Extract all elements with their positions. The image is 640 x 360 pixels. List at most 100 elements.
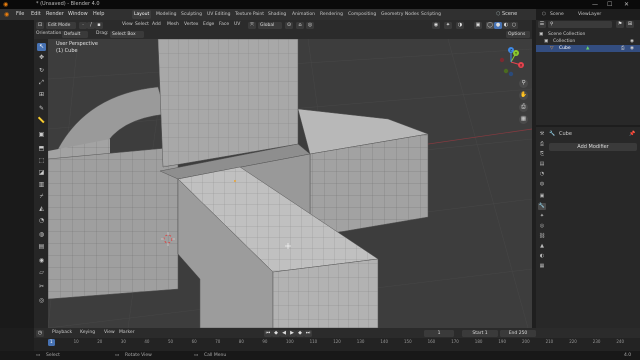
orientation-icon[interactable]: ⤧ [248, 21, 256, 29]
timeline-editor-icon[interactable]: ◷ [36, 329, 44, 337]
inset-icon[interactable]: ⬚ [37, 157, 46, 165]
menu-edit[interactable]: Edit [31, 9, 41, 20]
navigation-gizmo[interactable]: X Y Z [494, 47, 528, 77]
tab-layout[interactable]: Layout [132, 10, 152, 19]
material-props-icon[interactable]: ◐ [538, 253, 546, 260]
render-props-icon[interactable]: ⎙ [538, 141, 546, 148]
blender-menu-icon[interactable]: ◉ [4, 9, 9, 20]
next-key-icon[interactable]: ◆ [296, 329, 304, 337]
tab-rendering[interactable]: Rendering [320, 10, 343, 19]
snap-icon[interactable]: ⌂ [296, 21, 304, 29]
vertex-select-icon[interactable]: · [79, 21, 87, 29]
texture-props-icon[interactable]: ▦ [538, 263, 546, 270]
jump-end-icon[interactable]: ⏭ [304, 329, 312, 337]
annotate-icon[interactable]: ✎ [37, 105, 46, 113]
tab-compositing[interactable]: Compositing [348, 10, 376, 19]
mode-dropdown[interactable]: Edit Mode [46, 21, 76, 29]
3d-viewport[interactable]: User Perspective (1) Cube X Y Z ⚲ ✋ ⎙ ▦ [48, 39, 532, 328]
new-collection-icon[interactable]: ⊞ [626, 21, 634, 28]
menu-file[interactable]: File [16, 9, 24, 20]
camera-icon[interactable]: ⎙ [519, 103, 528, 112]
data-props-icon[interactable]: ▲ [538, 243, 546, 250]
hand-icon[interactable]: ✋ [519, 91, 528, 100]
play-icon[interactable]: ▶ [288, 329, 296, 337]
tab-texture-paint[interactable]: Texture Paint [235, 10, 264, 19]
menu-mesh[interactable]: Mesh [167, 21, 179, 29]
add-cube-icon[interactable]: ▣ [37, 131, 46, 139]
menu-view[interactable]: View [122, 21, 133, 29]
overlay-toggle-icon[interactable]: ◑ [456, 21, 464, 29]
scene-props-icon[interactable]: ◔ [538, 171, 546, 178]
sculpt-icon[interactable]: ◎ [37, 297, 46, 305]
maximize-button[interactable]: ☐ [607, 0, 612, 9]
camera-restrict-icon[interactable]: ⎙ [621, 45, 625, 52]
menu-uv[interactable]: UV [234, 21, 240, 29]
options-dropdown[interactable]: Options [506, 31, 530, 38]
pin-icon[interactable]: 📌 [629, 131, 635, 137]
tab-shading[interactable]: Shading [268, 10, 286, 19]
rendered-shading-icon[interactable]: ○ [510, 21, 518, 29]
xray-toggle-icon[interactable]: ▣ [474, 21, 482, 29]
face-select-icon[interactable]: ▪ [95, 21, 103, 29]
menu-marker[interactable]: Marker [119, 329, 135, 337]
outliner-search-input[interactable]: ⚲ [548, 21, 612, 28]
menu-vertex[interactable]: Vertex [184, 21, 198, 29]
start-frame-field[interactable]: Start 1 [462, 329, 498, 337]
tab-animation[interactable]: Animation [292, 10, 315, 19]
scale-icon[interactable]: ⤢ [37, 79, 46, 87]
filter-icon[interactable]: ⚑ [616, 21, 624, 28]
tab-sculpting[interactable]: Sculpting [181, 10, 202, 19]
spin-icon[interactable]: ◔ [37, 217, 46, 225]
end-frame-field[interactable]: End 250 [500, 329, 536, 337]
add-modifier-button[interactable]: Add Modifier [549, 143, 637, 151]
close-button[interactable]: ✕ [624, 0, 629, 9]
tab-geometry-nodes[interactable]: Geometry Nodes [381, 10, 419, 19]
visibility-icon[interactable]: ◉ [630, 45, 634, 52]
edge-slide-icon[interactable]: ▤ [37, 243, 46, 251]
tab-modeling[interactable]: Modeling [156, 10, 176, 19]
rip-icon[interactable]: ✂ [37, 283, 46, 291]
gizmo-toggle-icon[interactable]: ✦ [444, 21, 452, 29]
outliner-editor-icon[interactable]: ☰ [538, 21, 546, 28]
material-shading-icon[interactable]: ◐ [502, 21, 510, 29]
view-layer-name[interactable]: ViewLayer [578, 11, 601, 18]
scene-selector[interactable]: ⬡ Scene [496, 9, 517, 20]
transform-icon[interactable]: ⊞ [37, 91, 46, 99]
loop-cut-icon[interactable]: ▥ [37, 181, 46, 189]
orientation-setting-dropdown[interactable]: Default [62, 31, 88, 38]
extrude-icon[interactable]: ⬒ [37, 145, 46, 153]
menu-edge[interactable]: Edge [203, 21, 214, 29]
object-props-icon[interactable]: ▣ [538, 193, 546, 200]
menu-face[interactable]: Face [219, 21, 229, 29]
shrink-icon[interactable]: ◉ [37, 257, 46, 265]
poly-build-icon[interactable]: ◭ [37, 205, 46, 213]
timeline-ruler[interactable]: 1 10 20 30 40 50 60 70 80 90 100 110 120 130 140 150 160… [34, 338, 640, 351]
edge-select-icon[interactable]: / [87, 21, 95, 29]
zoom-icon[interactable]: ⚲ [519, 79, 528, 88]
drag-setting-dropdown[interactable]: Select Box [110, 31, 144, 38]
pivot-icon[interactable]: ⊙ [285, 21, 293, 29]
menu-select[interactable]: Select [135, 21, 149, 29]
visibility-icon[interactable]: ◉ [630, 38, 634, 45]
transform-orientation-dropdown[interactable]: Global [258, 21, 282, 29]
wireframe-shading-icon[interactable]: ◯ [486, 21, 494, 29]
menu-render[interactable]: Render [46, 9, 64, 20]
scene-name[interactable]: Scene [550, 11, 564, 18]
menu-add[interactable]: Add [152, 21, 161, 29]
current-frame-field[interactable]: 1 [424, 329, 454, 337]
view-layer-props-icon[interactable]: ▤ [538, 161, 546, 168]
prev-key-icon[interactable]: ◆ [272, 329, 280, 337]
knife-icon[interactable]: ⌿ [37, 193, 46, 201]
constraints-props-icon[interactable]: ⛓ [538, 233, 546, 240]
outliner-row-cube[interactable]: ▽ Cube ▲ ⎙ ◉ [536, 45, 640, 52]
bevel-icon[interactable]: ◪ [37, 169, 46, 177]
tab-scripting[interactable]: Scripting [421, 10, 441, 19]
wrench-icon[interactable]: 🔧 [538, 203, 546, 210]
editor-type-icon[interactable]: ⊡ [36, 21, 44, 29]
cursor-icon[interactable]: ↖ [37, 43, 46, 51]
shear-icon[interactable]: ▱ [37, 269, 46, 277]
particles-props-icon[interactable]: ✦ [538, 213, 546, 220]
menu-keying[interactable]: Keying [80, 329, 95, 337]
minimize-button[interactable]: — [592, 0, 598, 9]
output-props-icon[interactable]: ⎘ [538, 151, 546, 158]
